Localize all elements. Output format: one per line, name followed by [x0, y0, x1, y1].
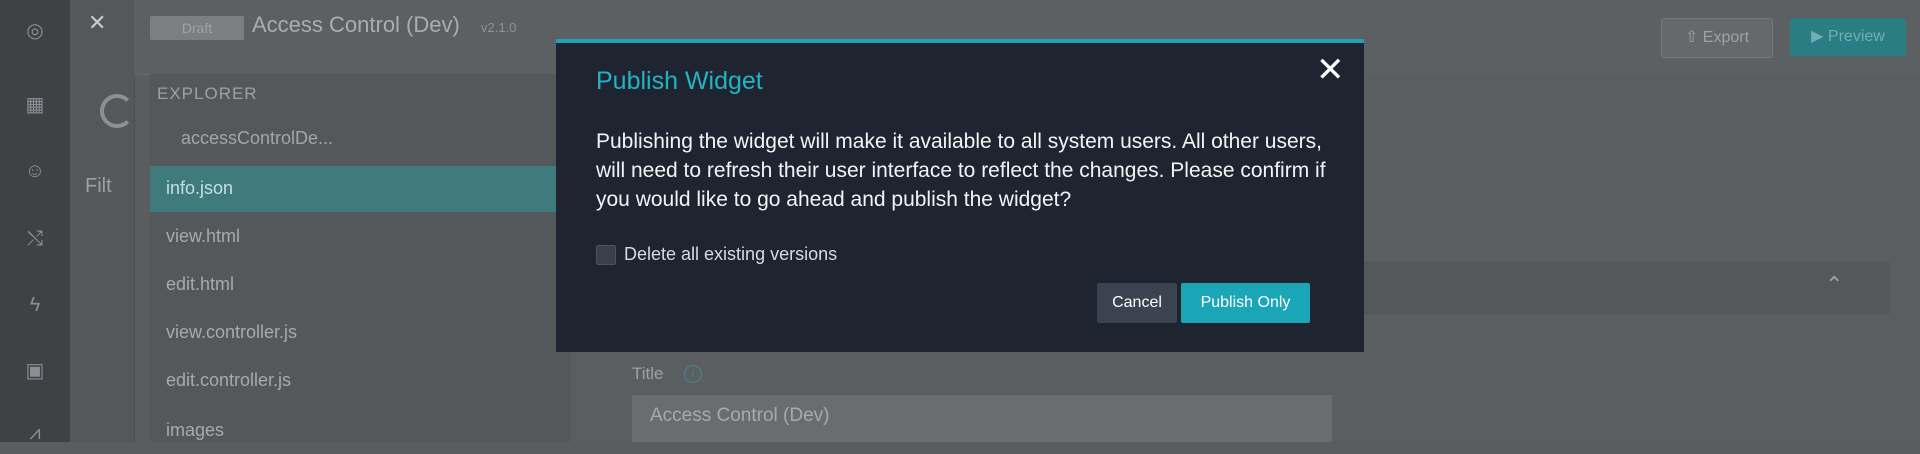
close-editor-icon[interactable]: ✕ — [88, 10, 106, 36]
preview-label: Preview — [1827, 28, 1885, 45]
file-item-view-controller[interactable]: view.controller.js — [150, 310, 570, 356]
shuffle-icon[interactable]: ⤭ — [22, 226, 48, 252]
export-button[interactable]: ⇧ Export — [1661, 18, 1773, 58]
file-item-edit-controller[interactable]: edit.controller.js — [150, 358, 570, 404]
export-label: Export — [1702, 29, 1750, 46]
modal-title: Publish Widget — [596, 67, 763, 95]
file-item-info-json[interactable]: info.json — [150, 166, 570, 212]
page-title: Access Control (Dev) — [252, 12, 460, 37]
briefcase-icon[interactable]: ▣ — [22, 358, 48, 384]
publish-only-button[interactable]: Publish Only — [1181, 283, 1310, 323]
delete-versions-checkbox[interactable] — [596, 245, 616, 265]
dashboard-icon[interactable]: ▦ — [22, 92, 48, 118]
close-icon[interactable]: ✕ — [1316, 53, 1345, 87]
modal-message: Publishing the widget will make it avail… — [596, 130, 1326, 211]
publish-widget-modal: Publish Widget ✕ Publishing the widget w… — [556, 39, 1364, 352]
users-icon[interactable]: ☺ — [22, 158, 48, 184]
folder-item-images[interactable]: images — [150, 408, 570, 454]
delete-versions-label[interactable]: Delete all existing versions — [624, 244, 837, 265]
title-field-label: Title — [632, 364, 664, 383]
info-icon[interactable]: i — [684, 365, 702, 383]
secondary-panel — [70, 0, 135, 442]
cancel-button[interactable]: Cancel — [1097, 283, 1177, 323]
title-input-value: Access Control (Dev) — [650, 405, 830, 426]
file-label: edit.html — [166, 274, 235, 294]
explorer-title: EXPLORER — [157, 84, 258, 103]
version-label: v2.1.0 — [481, 20, 517, 35]
logo-icon[interactable]: ◎ — [22, 18, 48, 44]
file-label: edit.controller.js — [166, 370, 292, 390]
file-label: info.json — [166, 178, 234, 198]
filter-label: Filt — [85, 175, 112, 197]
status-badge: Draft — [150, 16, 244, 40]
file-item-edit-html[interactable]: edit.html — [150, 262, 570, 308]
chevron-up-icon[interactable]: ⌃ — [1825, 272, 1843, 298]
file-label: view.html — [166, 226, 241, 246]
root-folder-label: accessControlDe... — [181, 128, 334, 148]
title-input[interactable]: Access Control (Dev) — [632, 395, 1332, 442]
chart-icon[interactable]: ⩘ — [22, 420, 48, 446]
preview-button[interactable]: ▶ Preview — [1790, 18, 1906, 56]
bolt-icon[interactable]: ϟ — [22, 292, 48, 318]
file-item-view-html[interactable]: view.html — [150, 214, 570, 260]
file-label: images — [166, 420, 225, 440]
loading-spinner — [100, 94, 134, 128]
left-nav-rail: ◎ ▦ ☺ ⤭ ϟ ▣ ⩘ — [0, 0, 71, 444]
file-label: view.controller.js — [166, 322, 298, 342]
